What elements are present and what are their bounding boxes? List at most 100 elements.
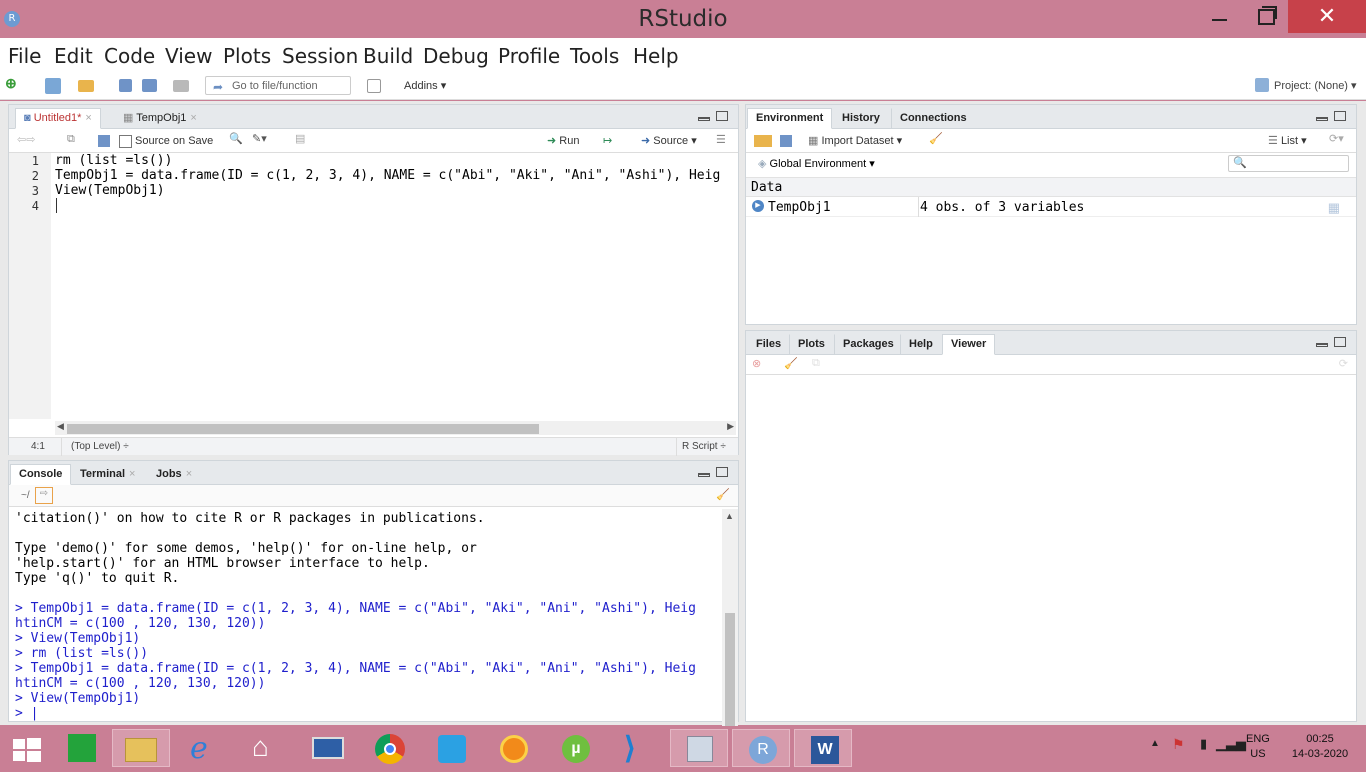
open-file-icon[interactable] (78, 80, 94, 92)
refresh-icon[interactable]: ⟳▾ (1329, 132, 1344, 145)
menu-edit[interactable]: Edit (54, 44, 93, 68)
grid-layout-icon[interactable] (367, 79, 381, 93)
scroll-thumb[interactable] (725, 613, 735, 729)
save-icon[interactable] (98, 135, 110, 147)
open-window-icon[interactable]: ⧉ (812, 357, 820, 370)
minimize-pane-button[interactable] (1316, 343, 1328, 347)
tab-packages[interactable]: Packages (834, 334, 903, 355)
tab-help[interactable]: Help (900, 334, 942, 355)
maximize-pane-button[interactable] (1334, 337, 1346, 347)
menu-plots[interactable]: Plots (223, 44, 271, 68)
search-icon[interactable]: 🔍 (229, 132, 243, 145)
tab-terminal[interactable]: Terminal × (71, 464, 144, 485)
close-tab-icon[interactable]: × (85, 112, 91, 124)
menu-help[interactable]: Help (633, 44, 679, 68)
broom-icon[interactable]: 🧹 (929, 132, 943, 145)
tab-files[interactable]: Files (747, 334, 790, 355)
menu-session[interactable]: Session (282, 44, 358, 68)
flag-icon[interactable]: ⚑ (1172, 736, 1185, 753)
vscode-app[interactable]: ⟩ (608, 729, 666, 767)
maximize-pane-button[interactable] (1334, 111, 1346, 121)
goto-file-input[interactable]: ➦ Go to file/function (205, 76, 351, 95)
tab-viewer[interactable]: Viewer (942, 334, 996, 355)
console-vertical-scrollbar[interactable]: ▲ (722, 509, 738, 729)
load-workspace-icon[interactable] (754, 135, 772, 147)
menu-code[interactable]: Code (104, 44, 155, 68)
minimize-pane-button[interactable] (698, 117, 710, 121)
print-icon[interactable] (173, 80, 189, 92)
new-file-icon[interactable]: ⊕ (5, 75, 21, 91)
code-editor[interactable]: rm (list =ls()) TempObj1 = data.frame(ID… (55, 153, 738, 419)
close-button[interactable]: ✕ (1288, 0, 1366, 33)
mail-app[interactable] (422, 729, 480, 767)
scroll-up-icon[interactable]: ▲ (725, 511, 734, 521)
minimize-pane-button[interactable] (698, 473, 710, 477)
tab-history[interactable]: History (833, 108, 889, 129)
menu-profile[interactable]: Profile (498, 44, 560, 68)
utorrent-app[interactable]: µ (546, 729, 604, 767)
tab-plots[interactable]: Plots (789, 334, 834, 355)
expand-icon[interactable]: ▶ (752, 200, 764, 212)
clear-console-icon[interactable]: 🧹 (716, 488, 730, 501)
maximize-button[interactable] (1242, 0, 1288, 32)
source-button[interactable]: ➜ Source ▾ (641, 134, 697, 147)
start-button[interactable] (0, 729, 58, 767)
save-workspace-icon[interactable] (780, 135, 792, 147)
scroll-right-icon[interactable]: ▶ (727, 421, 734, 432)
stop-icon[interactable]: ⊗ (752, 357, 761, 370)
scroll-left-icon[interactable]: ◀ (57, 421, 64, 432)
menu-debug[interactable]: Debug (423, 44, 489, 68)
close-tab-icon[interactable]: × (186, 468, 192, 480)
addins-menu[interactable]: Addins ▾ (404, 79, 446, 92)
minimize-pane-button[interactable] (1316, 117, 1328, 121)
menu-file[interactable]: File (8, 44, 41, 68)
lenovo-app[interactable] (298, 729, 356, 767)
compile-report-icon[interactable]: ▤ (295, 132, 305, 145)
code-tools-icon[interactable]: ✎▾ (252, 132, 267, 145)
broom-icon[interactable]: 🧹 (784, 357, 798, 370)
environment-scope-menu[interactable]: ◈ Global Environment ▾ (758, 157, 875, 170)
tab-jobs[interactable]: Jobs × (147, 464, 201, 485)
network-icon[interactable]: ▁▃▅ (1216, 736, 1246, 752)
chrome-app[interactable] (360, 729, 418, 767)
maximize-pane-button[interactable] (716, 111, 728, 121)
scroll-thumb[interactable] (67, 424, 539, 434)
tab-untitled1[interactable]: ◙ Untitled1* × (15, 108, 101, 129)
language-indicator[interactable]: ENG US (1246, 732, 1270, 762)
console-output[interactable]: 'citation()' on how to cite R or R packa… (15, 511, 715, 721)
home-app[interactable]: ⌂ (236, 729, 294, 767)
rerun-icon[interactable]: ↦ (603, 134, 612, 147)
internet-explorer-app[interactable]: e (174, 729, 232, 767)
tab-connections[interactable]: Connections (891, 108, 976, 129)
notes-app[interactable] (670, 729, 728, 767)
minimize-button[interactable] (1196, 0, 1242, 32)
menu-build[interactable]: Build (363, 44, 413, 68)
project-menu[interactable]: Project: (None) ▾ (1274, 79, 1357, 92)
word-app[interactable]: W (794, 729, 852, 767)
store-app[interactable] (52, 729, 110, 767)
close-tab-icon[interactable]: × (190, 112, 196, 124)
tab-tempobj1[interactable]: ▦ TempObj1 × (114, 108, 206, 129)
menu-tools[interactable]: Tools (570, 44, 619, 68)
horizontal-scrollbar[interactable]: ◀ ▶ (55, 421, 736, 435)
environment-search-input[interactable]: 🔍 (1228, 155, 1349, 172)
goto-directory-icon[interactable]: ⇨ (35, 487, 53, 504)
scope-selector[interactable]: (Top Level) ÷ (71, 441, 129, 452)
outline-icon[interactable]: ☰ (716, 133, 726, 146)
import-dataset-button[interactable]: ▦ Import Dataset ▾ (808, 134, 902, 147)
new-project-icon[interactable] (45, 78, 61, 94)
source-on-save-checkbox[interactable] (119, 135, 132, 148)
media-player-app[interactable] (484, 729, 542, 767)
show-hidden-icons[interactable]: ▲ (1150, 738, 1160, 749)
run-button[interactable]: ➜ Run (547, 134, 579, 147)
tab-environment[interactable]: Environment (747, 108, 833, 129)
show-in-window-icon[interactable]: ⧉ (67, 133, 75, 146)
battery-icon[interactable]: ▮ (1200, 736, 1207, 752)
save-icon[interactable] (119, 79, 132, 92)
back-forward-icon[interactable]: ⇦⇨ (17, 133, 35, 146)
rstudio-app[interactable]: R (732, 729, 790, 767)
environment-row[interactable]: ▶ TempObj1 4 obs. of 3 variables ▦ (746, 197, 1356, 217)
refresh-icon[interactable]: ⟳ (1339, 357, 1348, 370)
system-clock[interactable]: 00:25 14-03-2020 (1290, 732, 1350, 762)
file-explorer-app[interactable] (112, 729, 170, 767)
